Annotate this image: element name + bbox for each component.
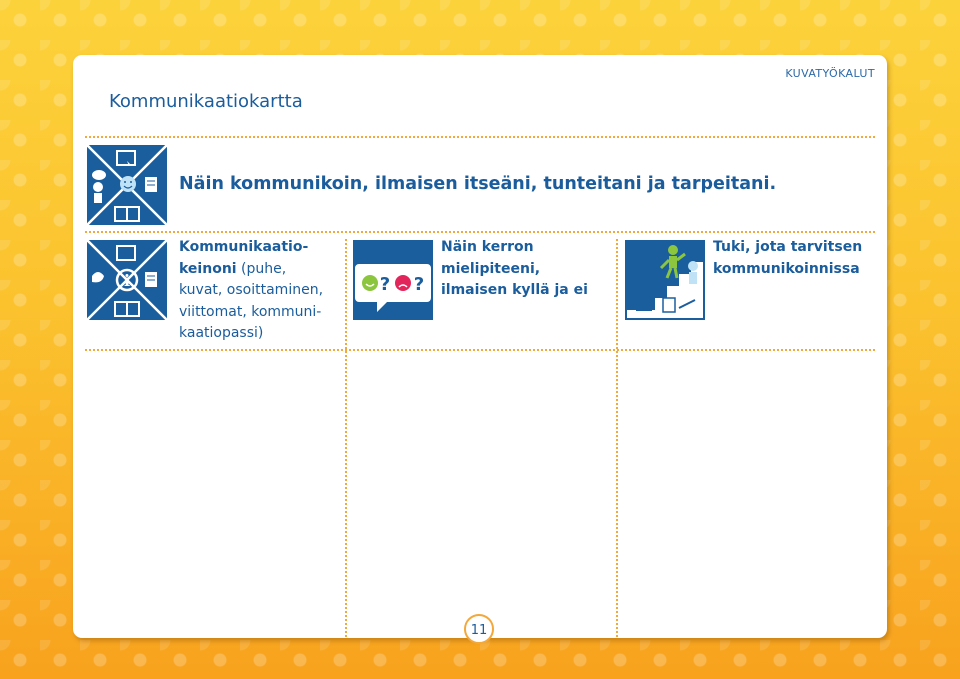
column-2-line: Näin kerron (441, 239, 534, 255)
svg-text:i: i (124, 271, 130, 290)
communication-methods-icon: i (87, 240, 167, 320)
column-support: Tuki, jota tarvitsen kommunikoinnissa (713, 237, 883, 280)
column-1-heading-line-1: Kommunikaatio- (179, 239, 309, 255)
column-communication-methods: Kommunikaatio- keinoni (puhe, kuvat, oso… (179, 237, 334, 345)
divider-top (85, 136, 875, 138)
column-opinion: Näin kerron mielipiteeni, ilmaisen kyllä… (441, 237, 611, 302)
column-divider-2 (616, 239, 618, 637)
communication-map-icon (87, 145, 167, 225)
column-1-line: kuvat, osoittaminen, (179, 282, 324, 298)
column-divider-1 (345, 239, 347, 637)
column-1-heading-bold: keinoni (179, 260, 237, 277)
column-3-line: Tuki, jota tarvitsen (713, 239, 863, 255)
column-1-heading-line-2: keinoni (puhe, (179, 259, 334, 281)
column-1-inline-text: (puhe, (236, 260, 287, 277)
column-1-line: viittomat, kommuni- (179, 303, 322, 320)
section-tag: KUVATYÖKALUT (785, 67, 875, 80)
column-3-line: kommunikoinnissa (713, 260, 860, 277)
page-number: 11 (464, 614, 494, 644)
svg-text:?: ? (414, 274, 424, 295)
column-2-line: mielipiteeni, (441, 260, 541, 277)
main-heading: Näin kommunikoin, ilmaisen itseäni, tunt… (179, 174, 777, 194)
column-1-line: kaatiopassi) (179, 325, 264, 341)
support-stairs-icon (625, 240, 705, 320)
page-card: KUVATYÖKALUT Kommunikaatiokartta Näin ko… (73, 55, 887, 644)
page-title: Kommunikaatiokartta (109, 91, 303, 112)
divider-lower (85, 349, 875, 351)
divider-mid (85, 231, 875, 233)
column-2-line: ilmaisen kyllä ja ei (441, 282, 588, 298)
svg-text:?: ? (380, 274, 390, 295)
opinion-yes-no-icon: ? ? (353, 240, 433, 320)
